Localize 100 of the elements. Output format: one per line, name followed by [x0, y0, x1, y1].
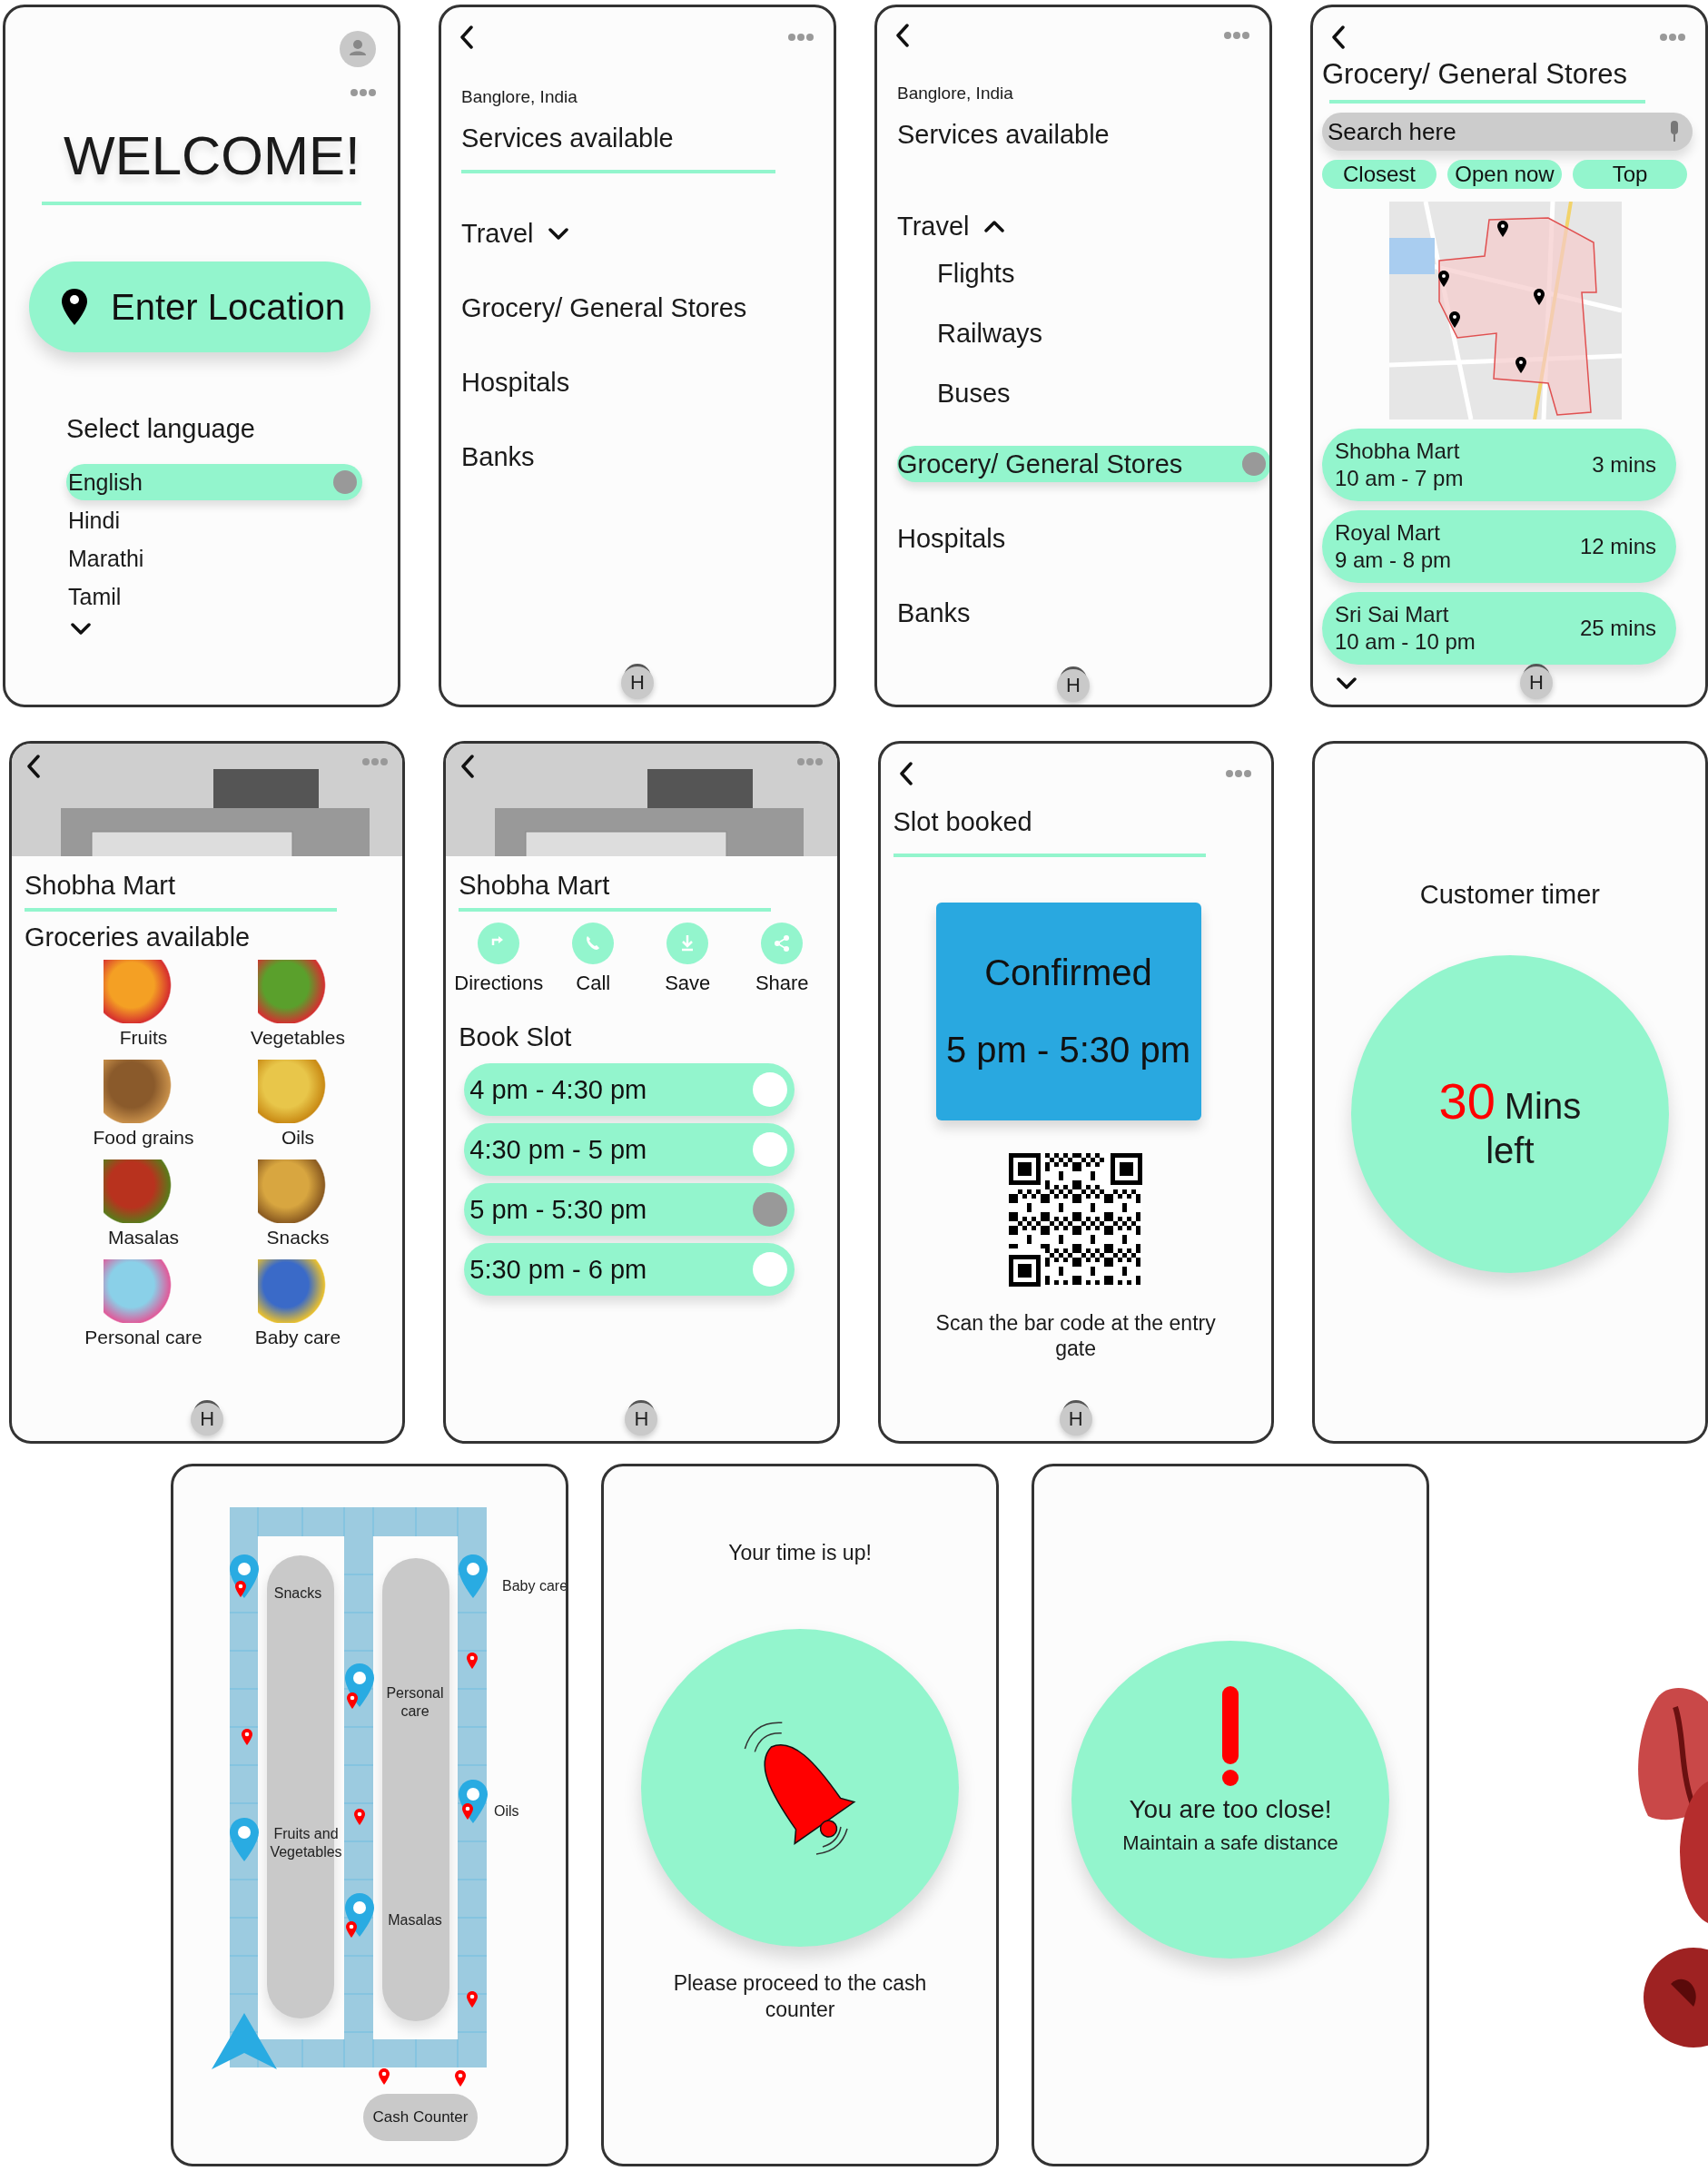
screen-heading: Grocery/ General Stores — [1322, 58, 1628, 91]
cash-counter: Cash Counter — [363, 2094, 478, 2141]
filter-chip[interactable]: Top — [1573, 160, 1687, 189]
small-map-pin-icon — [347, 1692, 358, 1709]
service-item[interactable]: Hospitals — [897, 520, 1269, 557]
back-icon[interactable] — [26, 755, 41, 778]
enter-location-button[interactable]: Enter Location — [29, 262, 370, 352]
more-icon[interactable] — [1225, 770, 1251, 777]
slot-time: 5 pm - 5:30 pm — [946, 1030, 1190, 1071]
service-item[interactable]: Travel — [461, 215, 834, 252]
directions-button[interactable]: Directions — [451, 923, 547, 995]
map-pin-icon — [230, 1818, 259, 1861]
more-icon[interactable] — [362, 758, 389, 765]
service-subitem[interactable]: Railways — [937, 315, 1043, 351]
small-map-pin-icon — [467, 1653, 478, 1669]
section-label: Oils — [494, 1802, 519, 1821]
timer-unit: Mins — [1504, 1086, 1582, 1127]
chevron-up-icon[interactable] — [983, 219, 1004, 233]
phone-icon — [572, 923, 615, 964]
category-label[interactable]: Masalas — [107, 1227, 180, 1248]
microphone-icon[interactable] — [1669, 121, 1680, 143]
welcome-title: WELCOME! — [64, 129, 361, 183]
filter-chip[interactable]: Closest — [1322, 160, 1436, 189]
map-pin-icon — [459, 1554, 488, 1598]
radio-indicator[interactable] — [753, 1132, 788, 1167]
home-button[interactable]: H — [191, 1403, 224, 1436]
language-option[interactable]: English — [66, 464, 362, 500]
more-icon[interactable] — [788, 34, 814, 41]
time-slot[interactable]: 5:30 pm - 6 pm — [464, 1243, 795, 1296]
search-bar[interactable]: Search here — [1322, 113, 1693, 151]
language-option[interactable]: Hindi — [66, 502, 362, 538]
small-map-pin-icon — [462, 1803, 473, 1820]
timer-label: left — [1486, 1130, 1535, 1171]
service-item[interactable]: Hospitals — [461, 364, 834, 400]
filter-chip[interactable]: Open now — [1447, 160, 1562, 189]
instruction-text: Please proceed to the cash counter — [672, 1970, 928, 2023]
time-slot[interactable]: 4:30 pm - 5 pm — [464, 1123, 795, 1176]
radio-indicator[interactable] — [753, 1192, 788, 1227]
radio-indicator[interactable] — [753, 1252, 788, 1287]
search-field[interactable]: Search here — [1326, 116, 1669, 147]
back-icon[interactable] — [898, 762, 913, 785]
home-button[interactable]: H — [1059, 1403, 1092, 1436]
service-subitem[interactable]: Buses — [937, 375, 1011, 411]
back-icon[interactable] — [895, 24, 910, 47]
language-option[interactable]: Tamil — [66, 578, 362, 615]
small-map-pin-icon — [467, 1991, 478, 2008]
service-item[interactable]: Banks — [897, 595, 1269, 631]
chevron-down-icon[interactable] — [1337, 676, 1357, 690]
exclamation-icon — [1222, 1686, 1239, 1786]
service-item[interactable]: Travel — [897, 208, 1269, 244]
more-icon[interactable] — [796, 758, 823, 765]
service-subitem[interactable]: Flights — [937, 255, 1015, 291]
share-button[interactable]: Share — [735, 923, 830, 995]
radio-indicator[interactable] — [753, 1072, 788, 1107]
avatar-icon[interactable] — [340, 31, 376, 67]
time-slot[interactable]: 5 pm - 5:30 pm — [464, 1183, 795, 1236]
category-label[interactable]: Fruits — [119, 1027, 168, 1049]
category-label[interactable]: Personal care — [84, 1327, 202, 1348]
more-icon[interactable] — [1660, 34, 1685, 41]
small-map-pin-icon — [354, 1809, 365, 1825]
back-icon[interactable] — [459, 25, 474, 49]
more-icon[interactable] — [1224, 32, 1249, 39]
save-button[interactable]: Save — [640, 923, 736, 995]
chevron-down-icon[interactable] — [71, 622, 91, 636]
category-label[interactable]: Snacks — [266, 1227, 330, 1248]
language-label: Select language — [66, 414, 256, 444]
screen-heading: Services available — [897, 120, 1111, 150]
chevron-down-icon[interactable] — [548, 226, 568, 241]
timer-value: 30 — [1438, 1071, 1496, 1130]
store-hours: 9 am - 8 pm — [1335, 547, 1452, 574]
service-item[interactable]: Banks — [461, 439, 834, 475]
section-label: Personal care — [385, 1684, 445, 1721]
home-button[interactable]: H — [1520, 666, 1553, 699]
small-map-pin-icon — [346, 1921, 357, 1938]
more-icon[interactable] — [350, 89, 376, 96]
service-item[interactable]: Grocery/ General Stores — [461, 290, 834, 326]
travel-time: 12 mins — [1579, 534, 1656, 559]
store-name: Royal Mart — [1335, 519, 1442, 547]
store-card[interactable]: Shobha Mart 10 am - 7 pm 3 mins — [1322, 429, 1676, 501]
category-label[interactable]: Vegetables — [251, 1027, 345, 1049]
home-button[interactable]: H — [621, 666, 654, 699]
category-label[interactable]: Baby care — [254, 1327, 341, 1348]
screen-heading: Customer timer — [1418, 880, 1601, 910]
service-item[interactable]: Grocery/ General Stores — [897, 446, 1269, 482]
store-card[interactable]: Royal Mart 9 am - 8 pm 12 mins — [1322, 510, 1676, 583]
call-button[interactable]: Call — [546, 923, 641, 995]
back-icon[interactable] — [1331, 25, 1346, 49]
category-label[interactable]: Food grains — [93, 1127, 194, 1149]
category-label[interactable]: Oils — [281, 1127, 315, 1149]
location-text: Banglore, India — [461, 87, 578, 107]
store-hours: 10 am - 7 pm — [1335, 465, 1464, 492]
time-slot[interactable]: 4 pm - 4:30 pm — [464, 1063, 795, 1116]
language-option[interactable]: Marathi — [66, 540, 362, 577]
small-map-pin-icon — [455, 2070, 466, 2087]
home-button[interactable]: H — [625, 1403, 658, 1436]
back-icon[interactable] — [460, 755, 476, 778]
store-name: Shobha Mart — [459, 871, 611, 901]
section-heading: Groceries available — [25, 923, 252, 952]
store-card[interactable]: Sri Sai Mart 10 am - 10 pm 25 mins — [1322, 592, 1676, 665]
home-button[interactable]: H — [1057, 669, 1090, 702]
